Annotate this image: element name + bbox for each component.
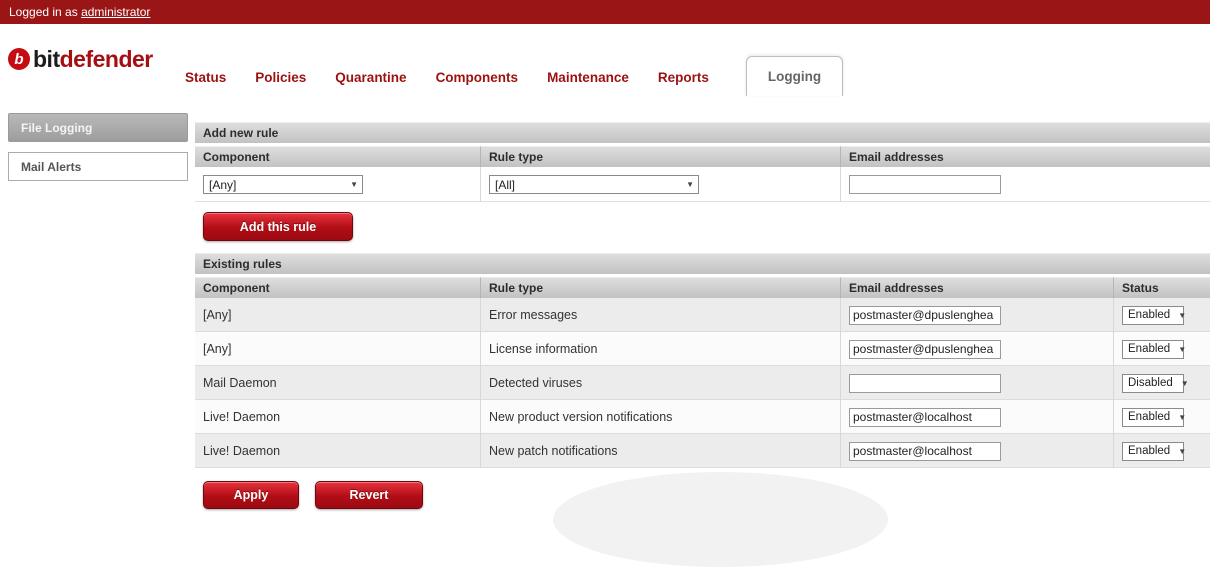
mail-alerts-panel: Add new rule Component Rule type Email a… [195, 122, 1210, 509]
existing-rules-title: Existing rules [195, 253, 1210, 274]
table-row: Mail Daemon Detected viruses Disabled ▼ [195, 366, 1210, 400]
add-rule-input-row: [Any] ▼ [All] ▼ [195, 167, 1210, 202]
add-this-rule-button[interactable]: Add this rule [203, 212, 353, 241]
table-row: Live! Daemon New patch notifications Ena… [195, 434, 1210, 468]
row-component: [Any] [195, 332, 480, 366]
component-select-value: [Any] [209, 178, 236, 192]
logo-text-defender: defender [60, 46, 153, 73]
actions-row: Apply Revert [195, 481, 1210, 509]
dropdown-arrow-icon: ▼ [1178, 311, 1186, 320]
row-rule-type: Detected viruses [480, 366, 840, 400]
component-select[interactable]: [Any] ▼ [203, 175, 363, 194]
apply-button[interactable]: Apply [203, 481, 299, 509]
bitdefender-logo: b bit defender [8, 46, 153, 72]
add-rule-header-row: Component Rule type Email addresses [195, 146, 1210, 167]
add-col-email: Email addresses [840, 146, 1210, 167]
row-rule-type: License information [480, 332, 840, 366]
bitdefender-b-icon: b [8, 48, 30, 70]
row-component: Live! Daemon [195, 400, 480, 434]
row-rule-type: New patch notifications [480, 434, 840, 468]
rule-type-select-value: [All] [495, 178, 515, 192]
dropdown-arrow-icon: ▼ [686, 180, 694, 189]
col-component: Component [195, 277, 480, 298]
revert-button[interactable]: Revert [315, 481, 423, 509]
nav-item-status[interactable]: Status [185, 70, 226, 85]
row-status-select[interactable]: Enabled ▼ [1122, 408, 1184, 427]
row-status-select[interactable]: Enabled ▼ [1122, 442, 1184, 461]
row-status-value: Enabled [1128, 309, 1170, 321]
row-email-input[interactable] [849, 442, 1001, 461]
logged-in-text: Logged in as [9, 5, 81, 19]
row-status-select[interactable]: Enabled ▼ [1122, 306, 1184, 325]
existing-rules-header-row: Component Rule type Email addresses Stat… [195, 277, 1210, 298]
row-component: [Any] [195, 298, 480, 332]
row-email-input[interactable] [849, 408, 1001, 427]
nav-item-quarantine[interactable]: Quarantine [335, 70, 406, 85]
col-email: Email addresses [840, 277, 1113, 298]
row-rule-type: New product version notifications [480, 400, 840, 434]
login-status-bar: Logged in as administrator [0, 0, 1210, 24]
table-row: [Any] Error messages Enabled ▼ [195, 298, 1210, 332]
row-email-input[interactable] [849, 340, 1001, 359]
table-row: Live! Daemon New product version notific… [195, 400, 1210, 434]
row-component: Mail Daemon [195, 366, 480, 400]
col-status: Status [1113, 277, 1210, 298]
dropdown-arrow-icon: ▼ [1178, 447, 1186, 456]
dropdown-arrow-icon: ▼ [1178, 413, 1186, 422]
add-new-rule-title: Add new rule [195, 122, 1210, 143]
row-email-input[interactable] [849, 306, 1001, 325]
row-status-value: Enabled [1128, 445, 1170, 457]
row-rule-type: Error messages [480, 298, 840, 332]
row-status-value: Enabled [1128, 343, 1170, 355]
row-component: Live! Daemon [195, 434, 480, 468]
nav-item-components[interactable]: Components [436, 70, 519, 85]
tab-logging[interactable]: Logging [746, 56, 843, 96]
add-col-component: Component [195, 146, 480, 167]
table-row: [Any] License information Enabled ▼ [195, 332, 1210, 366]
sidebar-item-mail-alerts[interactable]: Mail Alerts [8, 152, 188, 181]
row-status-select[interactable]: Enabled ▼ [1122, 340, 1184, 359]
row-email-input[interactable] [849, 374, 1001, 393]
row-status-value: Enabled [1128, 411, 1170, 423]
add-col-rule-type: Rule type [480, 146, 840, 167]
row-status-value: Disabled [1128, 377, 1173, 389]
logo-text-bit: bit [33, 46, 60, 73]
sidebar-item-file-logging[interactable]: File Logging [8, 113, 188, 142]
dropdown-arrow-icon: ▼ [350, 180, 358, 189]
row-status-select[interactable]: Disabled ▼ [1122, 374, 1184, 393]
main-nav: Status Policies Quarantine Components Ma… [185, 70, 738, 85]
col-rule-type: Rule type [480, 277, 840, 298]
nav-item-policies[interactable]: Policies [255, 70, 306, 85]
rule-type-select[interactable]: [All] ▼ [489, 175, 699, 194]
dropdown-arrow-icon: ▼ [1181, 379, 1189, 388]
dropdown-arrow-icon: ▼ [1178, 345, 1186, 354]
nav-item-maintenance[interactable]: Maintenance [547, 70, 629, 85]
administrator-link[interactable]: administrator [81, 5, 150, 19]
new-rule-email-input[interactable] [849, 175, 1001, 194]
nav-item-reports[interactable]: Reports [658, 70, 709, 85]
